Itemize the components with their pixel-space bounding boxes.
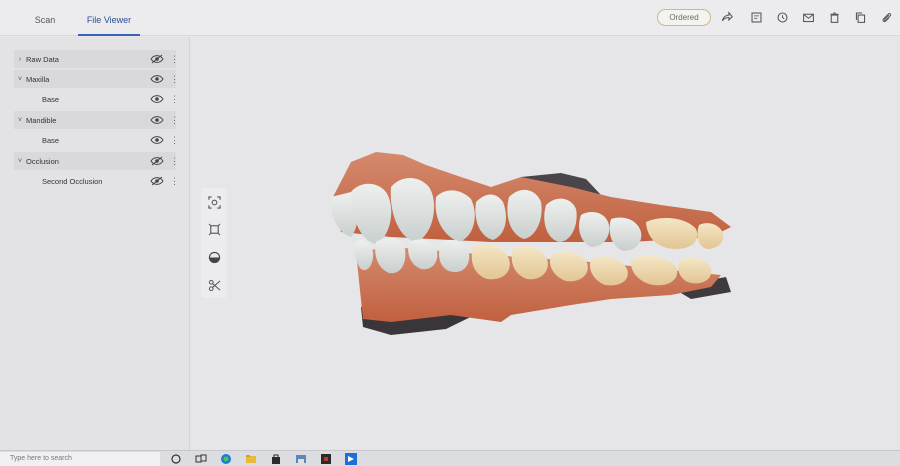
eye-icon[interactable] [150,135,164,145]
layer-row-raw-data[interactable]: › Raw Data ⋮ [14,50,179,68]
file-explorer-icon[interactable] [245,453,257,465]
store-icon[interactable] [270,453,282,465]
layer-label: Second Occlusion [42,176,103,186]
dental-scan-model[interactable] [191,37,900,450]
viewer-tool-strip [201,188,227,298]
view-cube-icon[interactable] [207,222,221,236]
eye-off-icon[interactable] [150,156,164,166]
3d-viewer[interactable] [191,37,900,450]
share-icon[interactable] [718,9,734,25]
more-icon[interactable]: ⋮ [170,115,179,126]
notes-icon[interactable] [748,9,764,25]
layer-row-occlusion[interactable]: ˅ Occlusion ⋮ [14,152,179,170]
fit-view-icon[interactable] [207,195,221,209]
layer-label: Occlusion [26,156,59,166]
layer-label: Base [42,94,60,104]
multitask-icon[interactable] [195,453,207,465]
taskbar-search-input[interactable]: Type here to search [0,452,160,466]
attachment-icon[interactable] [878,9,894,25]
status-badge: Ordered [657,9,711,26]
eye-icon[interactable] [150,74,164,84]
eye-icon[interactable] [150,94,164,104]
trash-icon[interactable] [826,9,842,25]
more-icon[interactable]: ⋮ [170,135,179,146]
scanner-app-icon[interactable] [345,453,357,465]
layer-row-maxilla-base[interactable]: Base ⋮ [14,90,179,108]
taskbar: Type here to search [0,450,900,466]
eye-off-icon[interactable] [150,54,164,64]
layer-panel: › Raw Data ⋮ ˅ Maxilla ⋮ Base ⋮ ˅ Mandib… [0,37,190,450]
layer-label: Maxilla [26,74,50,84]
layer-label: Mandible [26,115,57,125]
tab-scan[interactable]: Scan [20,0,70,36]
more-icon[interactable]: ⋮ [170,74,179,85]
chevron-down-icon[interactable]: ˅ [14,76,26,83]
eye-off-icon[interactable] [150,176,164,186]
more-icon[interactable]: ⋮ [170,94,179,105]
top-bar: Scan File Viewer Ordered [0,0,900,36]
app-icon[interactable] [295,453,307,465]
layer-row-mandible[interactable]: ˅ Mandible ⋮ [14,111,179,129]
task-view-icon[interactable] [170,453,182,465]
layer-row-second-occlusion[interactable]: Second Occlusion ⋮ [14,172,179,190]
chevron-right-icon[interactable]: › [14,56,26,63]
more-icon[interactable]: ⋮ [170,176,179,187]
more-icon[interactable]: ⋮ [170,54,179,65]
half-circle-icon[interactable] [207,250,221,264]
edge-browser-icon[interactable] [220,453,232,465]
history-icon[interactable] [774,9,790,25]
layer-label: Raw Data [26,54,59,64]
layer-label: Base [42,135,60,145]
app-dark-icon[interactable] [320,453,332,465]
chevron-down-icon[interactable]: ˅ [14,158,26,165]
mail-icon[interactable] [800,9,816,25]
layer-row-maxilla[interactable]: ˅ Maxilla ⋮ [14,70,179,88]
layer-row-mandible-base[interactable]: Base ⋮ [14,131,179,149]
tab-file-viewer[interactable]: File Viewer [78,0,140,36]
chevron-down-icon[interactable]: ˅ [14,117,26,124]
eye-icon[interactable] [150,115,164,125]
copy-icon[interactable] [852,9,868,25]
more-icon[interactable]: ⋮ [170,156,179,167]
scissors-icon[interactable] [207,278,221,292]
